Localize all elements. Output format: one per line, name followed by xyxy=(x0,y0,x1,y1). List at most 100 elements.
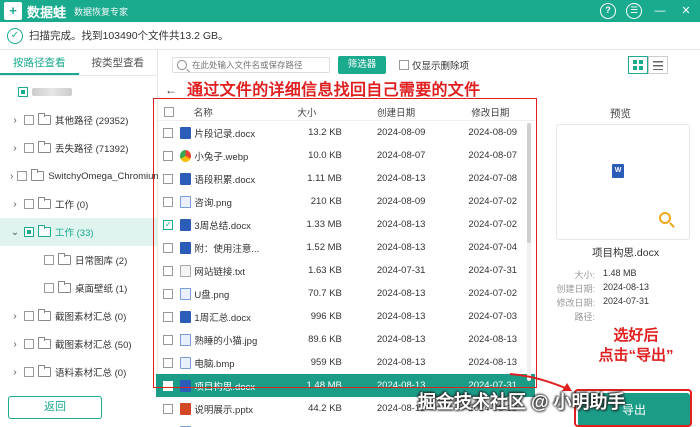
folder-icon xyxy=(58,253,71,265)
tree-item[interactable]: › SwitchyOmega_Chromium xyxy=(0,162,158,190)
preview-title: 预览 xyxy=(610,108,631,120)
tree-item[interactable]: › 截图素材汇总 (0) xyxy=(0,302,158,330)
expand-arrow-icon[interactable]: › xyxy=(10,143,20,154)
file-size: 13.2 KB xyxy=(308,127,342,138)
table-row[interactable]: 片段记录.docx 13.2 KB 2024-08-09 2024-08-09 xyxy=(156,121,535,144)
row-checkbox[interactable] xyxy=(163,173,174,184)
file-created-date: 2024-08-13 xyxy=(376,219,426,230)
search-box[interactable] xyxy=(172,57,330,73)
row-checkbox[interactable] xyxy=(163,403,174,414)
tree-item[interactable]: › 语料素材汇总 (0) xyxy=(0,358,158,386)
back-arrow-icon[interactable]: ← xyxy=(165,83,177,97)
table-row[interactable]: 附：使用注意... 1.52 MB 2024-08-13 2024-07-04 xyxy=(156,236,535,259)
tree-checkbox[interactable] xyxy=(44,283,54,293)
tab-by-type[interactable]: 按类型查看 xyxy=(79,50,158,75)
txt-file-icon xyxy=(180,264,192,277)
file-table-header: 名称 大小 创建日期 修改日期 xyxy=(156,103,535,121)
tree-checkbox[interactable] xyxy=(24,199,34,209)
deleted-only-toggle[interactable]: 仅显示删除项 xyxy=(399,58,469,72)
grid-view-button[interactable] xyxy=(628,56,648,74)
row-checkbox[interactable] xyxy=(163,380,174,391)
row-checkbox[interactable] xyxy=(163,334,174,345)
header-created[interactable]: 创建日期 xyxy=(347,105,446,119)
row-checkbox[interactable] xyxy=(163,150,174,161)
row-checkbox[interactable] xyxy=(163,288,174,299)
row-checkbox[interactable] xyxy=(163,265,174,276)
table-row[interactable]: 熟睡的小猫.jpg 89.6 KB 2024-08-13 2024-08-13 xyxy=(156,328,535,351)
expand-arrow-icon[interactable]: ⌄ xyxy=(10,227,20,238)
header-name[interactable]: 名称 xyxy=(182,105,267,119)
minimize-icon[interactable]: — xyxy=(652,3,668,19)
tree-item[interactable]: 日常图库 (2) xyxy=(0,246,158,274)
filter-button[interactable]: 筛选器 xyxy=(338,56,386,74)
table-row[interactable]: 看电脑.png195 KB2024-08-092024-08-09 xyxy=(156,420,535,427)
select-all-checkbox[interactable] xyxy=(163,106,174,117)
zoom-icon[interactable] xyxy=(659,212,671,224)
tree-item[interactable]: ⌄ 工作 (33) xyxy=(0,218,158,246)
file-size: 10.0 KB xyxy=(308,150,342,161)
expand-arrow-icon[interactable]: › xyxy=(10,199,20,210)
header-modified[interactable]: 修改日期 xyxy=(446,105,535,119)
row-checkbox[interactable]: ✓ xyxy=(163,219,174,230)
file-modified-date: 2024-08-07 xyxy=(468,150,518,161)
tree-item[interactable]: 桌面壁纸 (1) xyxy=(0,274,158,302)
tree-item[interactable] xyxy=(0,78,158,106)
tree-checkbox[interactable] xyxy=(24,311,34,321)
help-icon[interactable]: ? xyxy=(600,3,616,19)
search-input[interactable] xyxy=(192,60,322,70)
row-checkbox[interactable] xyxy=(163,311,174,322)
row-checkbox[interactable] xyxy=(163,196,174,207)
expand-arrow-icon[interactable]: › xyxy=(10,339,20,350)
table-row[interactable]: ✓ 3周总结.docx 1.33 MB 2024-08-13 2024-07-02 xyxy=(156,213,535,236)
file-name: 片段记录.docx xyxy=(194,128,256,140)
file-name: 项目构思.docx xyxy=(194,381,256,393)
expand-arrow-icon[interactable]: › xyxy=(10,115,20,126)
tree-checkbox[interactable] xyxy=(24,143,34,153)
word-file-icon xyxy=(180,310,192,323)
file-name: 语段积累.docx xyxy=(194,174,256,186)
tree-item[interactable]: › 丢失路径 (71392) xyxy=(0,134,158,162)
tree-checkbox[interactable] xyxy=(24,227,34,237)
table-row[interactable]: 语段积累.docx 1.11 MB 2024-08-13 2024-07-08 xyxy=(156,167,535,190)
file-modified-date: 2024-07-04 xyxy=(468,242,518,253)
left-panel: 按路径查看 按类型查看 › 其他路径 (29352) › 丢失路径 (71392) › S… xyxy=(0,50,158,388)
tree-item[interactable]: › 其他路径 (29352) xyxy=(0,106,158,134)
row-checkbox[interactable] xyxy=(163,357,174,368)
back-button[interactable]: 返回 xyxy=(8,396,102,419)
tree-checkbox[interactable] xyxy=(24,339,34,349)
file-size: 1.63 KB xyxy=(308,265,342,276)
list-view-button[interactable] xyxy=(648,56,668,74)
expand-arrow-icon[interactable]: › xyxy=(10,367,20,378)
file-name: 小兔子.webp xyxy=(194,151,249,163)
file-modified-date: 2024-07-03 xyxy=(468,311,518,322)
menu-icon[interactable]: ☰ xyxy=(626,3,642,19)
word-file-icon xyxy=(180,172,192,185)
tree-item-label: 语料素材汇总 (0) xyxy=(55,368,127,379)
expand-arrow-icon[interactable]: › xyxy=(10,311,20,322)
table-row[interactable]: 网站链接.txt 1.63 KB 2024-07-31 2024-07-31 xyxy=(156,259,535,282)
tree-item[interactable]: › 截图素材汇总 (50) xyxy=(0,330,158,358)
tree-checkbox[interactable] xyxy=(18,87,28,97)
table-row[interactable]: 电脑.bmp 959 KB 2024-08-13 2024-08-13 xyxy=(156,351,535,374)
row-checkbox[interactable] xyxy=(163,127,174,138)
tree-checkbox[interactable] xyxy=(24,367,34,377)
tree-checkbox[interactable] xyxy=(24,115,34,125)
header-size[interactable]: 大小 xyxy=(267,105,346,119)
file-modified-date: 2024-08-13 xyxy=(468,334,518,345)
table-row[interactable]: U盘.png 70.7 KB 2024-08-13 2024-07-02 xyxy=(156,282,535,305)
table-row[interactable]: 小兔子.webp 10.0 KB 2024-08-07 2024-08-07 xyxy=(156,144,535,167)
table-row[interactable]: 1周汇总.docx 996 KB 2024-08-13 2024-07-03 xyxy=(156,305,535,328)
table-row[interactable]: 咨询.png 210 KB 2024-08-09 2024-07-02 xyxy=(156,190,535,213)
table-scrollbar-thumb[interactable] xyxy=(527,123,531,243)
close-icon[interactable]: ✕ xyxy=(678,3,694,19)
file-created-date: 2024-08-13 xyxy=(376,242,426,253)
tree-checkbox[interactable] xyxy=(44,255,54,265)
tree-checkbox[interactable] xyxy=(17,171,28,181)
tree-item[interactable]: › 工作 (0) xyxy=(0,190,158,218)
deleted-only-checkbox[interactable] xyxy=(399,60,409,70)
file-name: 1周汇总.docx xyxy=(194,312,251,324)
tab-by-path[interactable]: 按路径查看 xyxy=(0,50,79,75)
expand-arrow-icon[interactable]: › xyxy=(10,171,13,182)
file-size: 44.2 KB xyxy=(308,403,342,414)
row-checkbox[interactable] xyxy=(163,242,174,253)
